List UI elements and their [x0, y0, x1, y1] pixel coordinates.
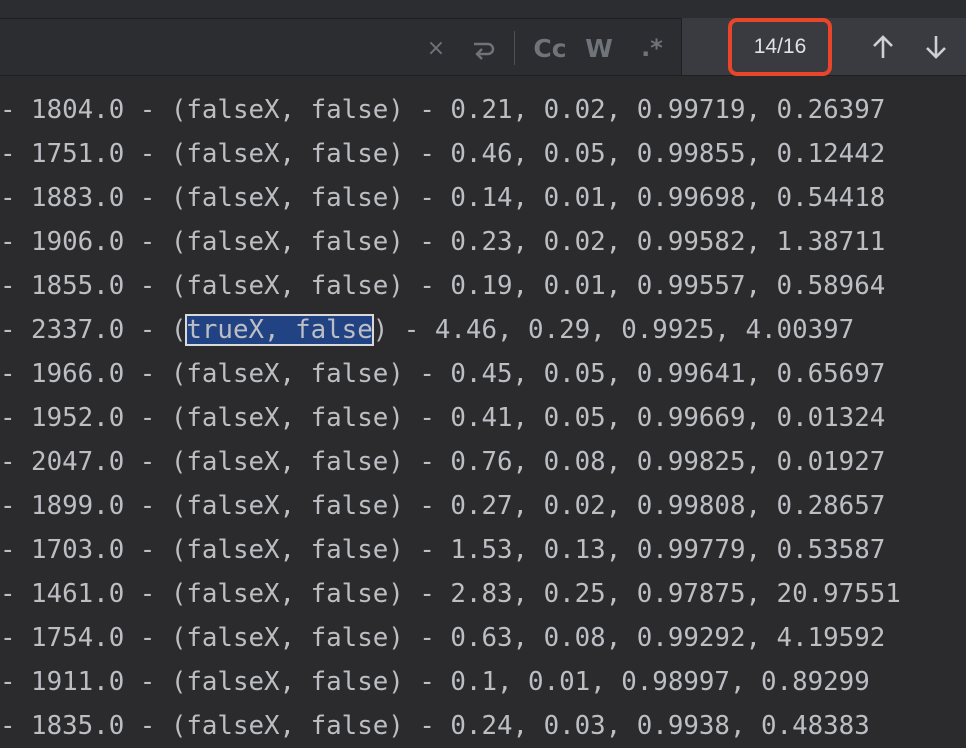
- line-suffix: ) - 0.76, 0.08, 0.99825, 0.01927: [388, 447, 886, 477]
- line-match: falseX, false: [186, 491, 389, 521]
- line-match: falseX, false: [186, 667, 389, 697]
- line-suffix: ) - 0.24, 0.03, 0.9938, 0.48383: [388, 711, 870, 741]
- line-suffix: ) - 0.1, 0.01, 0.98997, 0.89299: [388, 667, 870, 697]
- code-line[interactable]: - 1906.0 - (falseX, false) - 0.23, 0.02,…: [0, 220, 885, 264]
- arrow-up-icon: [873, 35, 893, 58]
- line-match: falseX, false: [186, 535, 389, 565]
- code-line[interactable]: - 1966.0 - (falseX, false) - 0.45, 0.05,…: [0, 352, 885, 396]
- regex-toggle[interactable]: .*: [636, 33, 668, 63]
- line-prefix: - 1804.0 - (: [0, 95, 187, 125]
- line-suffix: ) - 2.83, 0.25, 0.97875, 20.97551: [388, 579, 901, 609]
- line-match: falseX, false: [186, 359, 389, 389]
- code-line[interactable]: - 1883.0 - (falseX, false) - 0.14, 0.01,…: [0, 176, 885, 220]
- line-match: falseX, false: [186, 711, 389, 741]
- line-suffix: ) - 0.14, 0.01, 0.99698, 0.54418: [388, 183, 886, 213]
- code-line[interactable]: - 1952.0 - (falseX, false) - 0.41, 0.05,…: [0, 396, 885, 440]
- code-line[interactable]: - 1835.0 - (falseX, false) - 0.24, 0.03,…: [0, 704, 870, 748]
- line-suffix: ) - 0.46, 0.05, 0.99855, 0.12442: [388, 139, 886, 169]
- arrow-down-icon: [926, 36, 946, 59]
- line-prefix: - 1883.0 - (: [0, 183, 187, 213]
- line-prefix: - 1966.0 - (: [0, 359, 187, 389]
- line-match: falseX, false: [186, 183, 389, 213]
- line-suffix: ) - 0.23, 0.02, 0.99582, 1.38711: [388, 227, 886, 257]
- line-match: falseX, false: [186, 579, 389, 609]
- code-line[interactable]: - 1754.0 - (falseX, false) - 0.63, 0.08,…: [0, 616, 885, 660]
- code-line[interactable]: - 1461.0 - (falseX, false) - 2.83, 0.25,…: [0, 572, 901, 616]
- search-input[interactable]: × Cc W .*: [0, 18, 682, 75]
- top-strip: [0, 0, 966, 18]
- line-suffix: ) - 0.63, 0.08, 0.99292, 4.19592: [388, 623, 886, 653]
- line-match: falseX, false: [186, 403, 389, 433]
- code-line[interactable]: - 2047.0 - (falseX, false) - 0.76, 0.08,…: [0, 440, 885, 484]
- line-prefix: - 1754.0 - (: [0, 623, 187, 653]
- toolbar-separator: [514, 31, 515, 65]
- line-prefix: - 1703.0 - (: [0, 535, 187, 565]
- editor[interactable]: - 1804.0 - (falseX, false) - 0.21, 0.02,…: [0, 77, 966, 748]
- close-icon[interactable]: ×: [422, 33, 450, 63]
- line-suffix: ) - 1.53, 0.13, 0.99779, 0.53587: [388, 535, 886, 565]
- code-line[interactable]: - 1911.0 - (falseX, false) - 0.1, 0.01, …: [0, 660, 870, 704]
- line-match: falseX, false: [186, 95, 389, 125]
- code-line[interactable]: - 1855.0 - (falseX, false) - 0.19, 0.01,…: [0, 264, 885, 308]
- code-line[interactable]: - 1751.0 - (falseX, false) - 0.46, 0.05,…: [0, 132, 885, 176]
- line-suffix: ) - 4.46, 0.29, 0.9925, 4.00397: [372, 315, 855, 345]
- code-line[interactable]: - 1804.0 - (falseX, false) - 0.21, 0.02,…: [0, 88, 885, 132]
- line-prefix: - 1952.0 - (: [0, 403, 187, 433]
- line-prefix: - 1911.0 - (: [0, 667, 187, 697]
- replace-icon[interactable]: [466, 33, 500, 63]
- previous-match-button[interactable]: [868, 32, 898, 62]
- line-suffix: ) - 0.21, 0.02, 0.99719, 0.26397: [388, 95, 886, 125]
- next-match-button[interactable]: [921, 32, 951, 62]
- line-prefix: - 2047.0 - (: [0, 447, 187, 477]
- line-match: falseX, false: [186, 139, 389, 169]
- line-prefix: - 1855.0 - (: [0, 271, 187, 301]
- line-prefix: - 1751.0 - (: [0, 139, 187, 169]
- code-line[interactable]: - 2337.0 - (trueX, false) - 4.46, 0.29, …: [0, 308, 854, 352]
- line-prefix: - 1835.0 - (: [0, 711, 187, 741]
- match-counter: 14/16: [728, 18, 832, 76]
- match-case-toggle[interactable]: Cc: [530, 33, 570, 63]
- line-match: falseX, false: [186, 447, 389, 477]
- line-suffix: ) - 0.27, 0.02, 0.99808, 0.28657: [388, 491, 886, 521]
- line-suffix: ) - 0.19, 0.01, 0.99557, 0.58964: [388, 271, 886, 301]
- code-line[interactable]: - 1703.0 - (falseX, false) - 1.53, 0.13,…: [0, 528, 885, 572]
- current-match: trueX, false: [185, 314, 374, 346]
- line-suffix: ) - 0.41, 0.05, 0.99669, 0.01324: [388, 403, 886, 433]
- line-match: falseX, false: [186, 227, 389, 257]
- whole-words-toggle[interactable]: W: [582, 33, 616, 63]
- line-prefix: - 1461.0 - (: [0, 579, 187, 609]
- line-suffix: ) - 0.45, 0.05, 0.99641, 0.65697: [388, 359, 886, 389]
- find-bar: × Cc W .* 14/16: [0, 18, 966, 76]
- line-prefix: - 2337.0 - (: [0, 315, 187, 345]
- line-prefix: - 1906.0 - (: [0, 227, 187, 257]
- line-match: falseX, false: [186, 271, 389, 301]
- code-line[interactable]: - 1899.0 - (falseX, false) - 0.27, 0.02,…: [0, 484, 885, 528]
- line-prefix: - 1899.0 - (: [0, 491, 187, 521]
- line-match: falseX, false: [186, 623, 389, 653]
